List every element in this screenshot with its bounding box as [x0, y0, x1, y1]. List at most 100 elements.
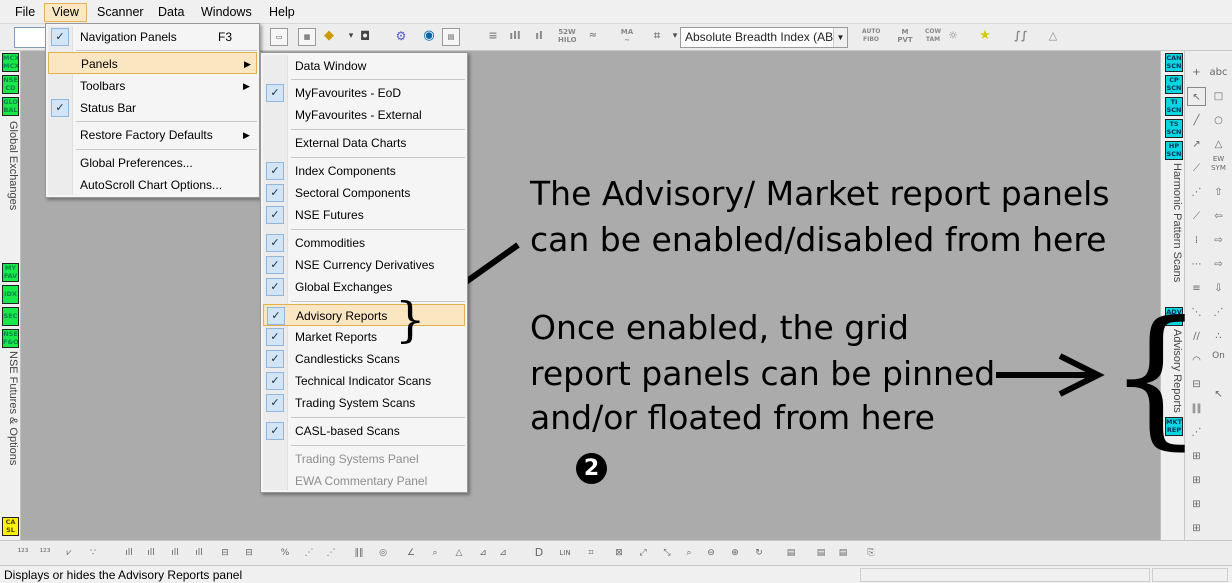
- menu-item-index-components[interactable]: ✓ Index Components: [263, 160, 465, 182]
- annotation-brace-small: }: [395, 292, 426, 348]
- menu-item-restore-defaults[interactable]: Restore Factory Defaults ▶: [48, 124, 257, 146]
- menu-separator: [76, 121, 257, 122]
- submenu-arrow-icon: ▶: [244, 59, 251, 69]
- menu-item-nse-currency-derivatives[interactable]: ✓ NSE Currency Derivatives: [263, 254, 465, 276]
- check-icon: ✓: [266, 206, 284, 224]
- menu-separator: [291, 301, 465, 302]
- menu-item-navigation-panels[interactable]: ✓ Navigation Panels F3: [48, 26, 257, 48]
- menu-separator: [291, 79, 465, 80]
- bt-angle-icon[interactable]: ∠: [402, 544, 420, 562]
- status-pane: [1152, 568, 1228, 582]
- menu-item-sectoral-components[interactable]: ✓ Sectoral Components: [263, 182, 465, 204]
- menu-item-toolbars[interactable]: Toolbars ▶: [48, 75, 257, 97]
- trading-system-scans-label: Trading System Scans: [295, 396, 416, 410]
- bt-expand-icon[interactable]: ⤢: [634, 544, 652, 562]
- advisory-reports-label: Advisory Reports: [296, 309, 388, 323]
- check-icon: ✓: [266, 256, 284, 274]
- bt-wave-icon[interactable]: ⩗: [60, 544, 78, 562]
- bt-table2-icon[interactable]: ⊟: [240, 544, 258, 562]
- bt-trend2-icon[interactable]: ⋰: [322, 544, 340, 562]
- check-icon: ✓: [266, 328, 284, 346]
- bt-columns-icon[interactable]: ‖‖: [350, 544, 368, 562]
- menu-item-trading-systems-panel: Trading Systems Panel: [263, 448, 465, 470]
- refresh-icon[interactable]: ↻: [750, 544, 768, 562]
- bt-bars2-icon[interactable]: ıll: [142, 544, 160, 562]
- menu-item-nse-futures[interactable]: ✓ NSE Futures: [263, 204, 465, 226]
- menu-item-external-data-charts[interactable]: External Data Charts: [263, 132, 465, 154]
- sectoral-components-label: Sectoral Components: [295, 186, 411, 200]
- bt-table-icon[interactable]: ⊟: [216, 544, 234, 562]
- menu-separator: [291, 129, 465, 130]
- check-icon: ✓: [266, 278, 284, 296]
- menu-separator: [291, 157, 465, 158]
- menu-item-data-window[interactable]: Data Window: [263, 55, 465, 77]
- bt-doc2-icon[interactable]: ▤: [812, 544, 830, 562]
- bt-bars-icon[interactable]: ıll: [120, 544, 138, 562]
- restore-defaults-label: Restore Factory Defaults: [80, 128, 213, 142]
- menu-item-global-preferences[interactable]: Global Preferences...: [48, 152, 257, 174]
- menu-item-status-bar[interactable]: ✓ Status Bar: [48, 97, 257, 119]
- bt-circle-icon[interactable]: ◎: [374, 544, 392, 562]
- menu-separator: [76, 50, 257, 51]
- bt-123-2-icon[interactable]: ¹²³: [36, 544, 54, 562]
- panels-label: Panels: [81, 57, 118, 71]
- menu-item-candlesticks-scans[interactable]: ✓ Candlesticks Scans: [263, 348, 465, 370]
- check-icon: ✓: [266, 394, 284, 412]
- menu-item-trading-system-scans[interactable]: ✓ Trading System Scans: [263, 392, 465, 414]
- bt-bars4-icon[interactable]: ıll: [190, 544, 208, 562]
- check-icon: ✓: [51, 28, 69, 46]
- bt-grid-icon[interactable]: ⌗: [582, 544, 600, 562]
- bt-percent-icon[interactable]: %: [276, 544, 294, 562]
- menu-item-market-reports[interactable]: ✓ Market Reports: [263, 326, 465, 348]
- menu-separator: [291, 417, 465, 418]
- status-bar: Displays or hides the Advisory Reports p…: [0, 565, 1232, 583]
- check-icon: ✓: [266, 234, 284, 252]
- menu-item-ewa-commentary-panel: EWA Commentary Panel: [263, 470, 465, 492]
- bt-doc-icon[interactable]: ▤: [782, 544, 800, 562]
- navigation-panels-shortcut: F3: [218, 30, 233, 44]
- bt-trend-icon[interactable]: ⋰: [300, 544, 318, 562]
- market-reports-label: Market Reports: [295, 330, 378, 344]
- check-icon: ✓: [266, 422, 284, 440]
- bt-triangle-icon[interactable]: △: [450, 544, 468, 562]
- check-icon: ✓: [51, 99, 69, 117]
- bt-bars3-icon[interactable]: ıll: [166, 544, 184, 562]
- check-icon: ✓: [266, 350, 284, 368]
- bt-export-icon[interactable]: ⎘: [862, 544, 880, 562]
- bt-abc-icon[interactable]: ⊿: [474, 544, 492, 562]
- bt-fit-icon[interactable]: ⊠: [610, 544, 628, 562]
- toolbars-label: Toolbars: [80, 79, 126, 93]
- casl-based-scans-label: CASL-based Scans: [295, 424, 400, 438]
- menu-item-technical-indicator-scans[interactable]: ✓ Technical Indicator Scans: [263, 370, 465, 392]
- bt-doc3-icon[interactable]: ▤: [834, 544, 852, 562]
- menu-item-casl-based-scans[interactable]: ✓ CASL-based Scans: [263, 420, 465, 442]
- bt-lin-icon[interactable]: LIN: [556, 544, 574, 562]
- menu-separator: [76, 149, 257, 150]
- check-icon: ✓: [267, 307, 285, 325]
- bt-d-icon[interactable]: D: [530, 544, 548, 562]
- bt-123-icon[interactable]: ¹²³: [14, 544, 32, 562]
- bt-search-icon[interactable]: ⌕: [426, 544, 444, 562]
- bt-dots-icon[interactable]: ∵: [84, 544, 102, 562]
- menu-item-advisory-reports[interactable]: ✓ Advisory Reports: [263, 304, 465, 326]
- commodities-label: Commodities: [295, 236, 366, 250]
- global-exchanges-label: Global Exchanges: [295, 280, 393, 294]
- menu-item-commodities[interactable]: ✓ Commodities: [263, 232, 465, 254]
- nse-currency-derivatives-label: NSE Currency Derivatives: [295, 258, 435, 272]
- menu-item-panels[interactable]: Panels ▶: [48, 52, 257, 74]
- menu-item-myfavourites-external[interactable]: MyFavourites - External: [263, 104, 465, 126]
- menu-item-autoscroll-options[interactable]: AutoScroll Chart Options...: [48, 174, 257, 196]
- submenu-arrow-icon: ▶: [243, 130, 250, 140]
- global-preferences-label: Global Preferences...: [80, 156, 193, 170]
- menu-item-global-exchanges[interactable]: ✓ Global Exchanges: [263, 276, 465, 298]
- menu-separator: [291, 229, 465, 230]
- zoom-in-icon[interactable]: ⊕: [726, 544, 744, 562]
- view-menu: ✓ Navigation Panels F3 Panels ▶ Toolbars…: [45, 23, 260, 198]
- bt-magnify-icon[interactable]: ⌕: [680, 544, 698, 562]
- menu-item-myfavourites-eod[interactable]: ✓ MyFavourites - EoD: [263, 82, 465, 104]
- bt-collapse-icon[interactable]: ⤡: [658, 544, 676, 562]
- zoom-out-icon[interactable]: ⊖: [702, 544, 720, 562]
- status-message: Displays or hides the Advisory Reports p…: [4, 568, 243, 582]
- candlesticks-scans-label: Candlesticks Scans: [295, 352, 400, 366]
- bt-abc2-icon[interactable]: ⊿: [494, 544, 512, 562]
